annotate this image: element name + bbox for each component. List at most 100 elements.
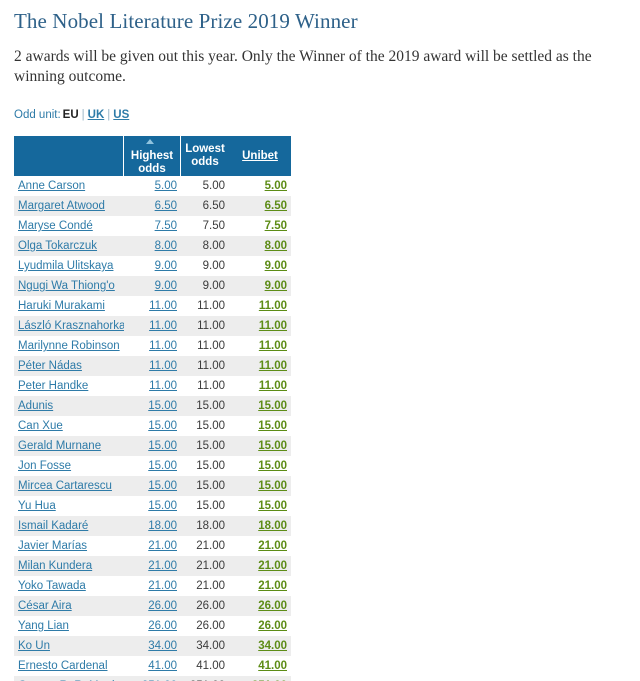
- unibet-odds-link[interactable]: 6.50: [265, 200, 287, 212]
- unibet-odds-link[interactable]: 41.00: [258, 660, 287, 672]
- highest-odds-link[interactable]: 5.00: [155, 180, 177, 192]
- cell-candidate-name: Ernesto Cardenal: [14, 656, 124, 676]
- candidate-link[interactable]: Ko Un: [18, 640, 50, 652]
- unibet-odds-link[interactable]: 9.00: [265, 260, 287, 272]
- unibet-odds-link[interactable]: 34.00: [258, 640, 287, 652]
- unibet-odds-link[interactable]: 21.00: [258, 560, 287, 572]
- cell-candidate-name: Olga Tokarczuk: [14, 236, 124, 256]
- cell-unibet-odds: 11.00: [229, 336, 291, 356]
- cell-unibet-odds: 34.00: [229, 636, 291, 656]
- candidate-link[interactable]: Margaret Atwood: [18, 200, 105, 212]
- highest-odds-link[interactable]: 9.00: [155, 260, 177, 272]
- highest-odds-link[interactable]: 8.00: [155, 240, 177, 252]
- candidate-link[interactable]: Ismail Kadaré: [18, 520, 88, 532]
- highest-odds-link[interactable]: 15.00: [148, 460, 177, 472]
- candidate-link[interactable]: Maryse Condé: [18, 220, 93, 232]
- highest-odds-link[interactable]: 21.00: [148, 560, 177, 572]
- highest-odds-link[interactable]: 15.00: [148, 480, 177, 492]
- unibet-odds-link[interactable]: 11.00: [259, 380, 287, 392]
- candidate-link[interactable]: Olga Tokarczuk: [18, 240, 97, 252]
- candidate-link[interactable]: Can Xue: [18, 420, 63, 432]
- column-header-lowest-odds[interactable]: Lowest odds: [181, 136, 229, 176]
- cell-unibet-odds: 15.00: [229, 396, 291, 416]
- highest-odds-link[interactable]: 9.00: [155, 280, 177, 292]
- bookmaker-link-unibet[interactable]: Unibet: [242, 150, 278, 162]
- highest-odds-link[interactable]: 15.00: [148, 440, 177, 452]
- candidate-link[interactable]: Péter Nádas: [18, 360, 82, 372]
- candidate-link[interactable]: Ernesto Cardenal: [18, 660, 108, 672]
- highest-odds-link[interactable]: 21.00: [148, 580, 177, 592]
- highest-odds-link[interactable]: 15.00: [148, 420, 177, 432]
- unibet-odds-link[interactable]: 11.00: [259, 300, 287, 312]
- column-header-name[interactable]: [14, 136, 124, 176]
- odd-unit-option-eu[interactable]: EU: [63, 109, 79, 121]
- candidate-link[interactable]: Anne Carson: [18, 180, 85, 192]
- candidate-link[interactable]: César Aira: [18, 600, 72, 612]
- intro-paragraph: 2 awards will be given out this year. On…: [14, 48, 592, 85]
- cell-lowest-odds: 18.00: [181, 516, 229, 536]
- unibet-odds-link[interactable]: 18.00: [258, 520, 287, 532]
- candidate-link[interactable]: Jon Fosse: [18, 460, 71, 472]
- odd-unit-option-uk[interactable]: UK: [88, 109, 105, 121]
- candidate-link[interactable]: Lyudmila Ulitskaya: [18, 260, 113, 272]
- candidate-link[interactable]: Haruki Murakami: [18, 300, 105, 312]
- candidate-link[interactable]: Gerald Murnane: [18, 440, 101, 452]
- highest-odds-link[interactable]: 11.00: [149, 380, 177, 392]
- highest-odds-link[interactable]: 26.00: [148, 620, 177, 632]
- unibet-odds-link[interactable]: 8.00: [265, 240, 287, 252]
- unibet-odds-link[interactable]: 11.00: [259, 320, 287, 332]
- candidate-link[interactable]: Yoko Tawada: [18, 580, 86, 592]
- highest-odds-link[interactable]: 15.00: [148, 500, 177, 512]
- unibet-odds-link[interactable]: 15.00: [258, 460, 287, 472]
- header-row: Highest odds Lowest odds Unibet: [14, 136, 291, 176]
- cell-lowest-odds: 9.00: [181, 276, 229, 296]
- highest-odds-link[interactable]: 34.00: [148, 640, 177, 652]
- highest-odds-link[interactable]: 41.00: [148, 660, 177, 672]
- unibet-odds-link[interactable]: 26.00: [258, 620, 287, 632]
- cell-candidate-name: Milan Kundera: [14, 556, 124, 576]
- column-header-bookmaker[interactable]: Unibet: [229, 136, 291, 176]
- unibet-odds-link[interactable]: 5.00: [265, 180, 287, 192]
- unibet-odds-link[interactable]: 9.00: [265, 280, 287, 292]
- unibet-odds-link[interactable]: 7.50: [265, 220, 287, 232]
- cell-unibet-odds: 26.00: [229, 596, 291, 616]
- unibet-odds-link[interactable]: 21.00: [258, 540, 287, 552]
- highest-odds-link[interactable]: 11.00: [149, 320, 177, 332]
- table-row: Adunis 15.00 15.00 15.00: [14, 396, 291, 416]
- highest-odds-link[interactable]: 11.00: [149, 360, 177, 372]
- unibet-odds-link[interactable]: 21.00: [258, 580, 287, 592]
- odd-unit-option-us[interactable]: US: [113, 109, 129, 121]
- highest-odds-link[interactable]: 18.00: [148, 520, 177, 532]
- candidate-link[interactable]: Javier Marías: [18, 540, 87, 552]
- unibet-odds-link[interactable]: 15.00: [258, 500, 287, 512]
- highest-odds-link[interactable]: 11.00: [149, 300, 177, 312]
- candidate-link[interactable]: Milan Kundera: [18, 560, 92, 572]
- unibet-odds-link[interactable]: 26.00: [258, 600, 287, 612]
- highest-odds-link[interactable]: 26.00: [148, 600, 177, 612]
- candidate-link[interactable]: Adunis: [18, 400, 53, 412]
- candidate-link[interactable]: Mircea Cartarescu: [18, 480, 112, 492]
- highest-odds-link[interactable]: 15.00: [148, 400, 177, 412]
- table-row: Péter Nádas 11.00 11.00 11.00: [14, 356, 291, 376]
- cell-unibet-odds: 26.00: [229, 616, 291, 636]
- unibet-odds-link[interactable]: 15.00: [258, 420, 287, 432]
- highest-odds-link[interactable]: 7.50: [155, 220, 177, 232]
- unibet-odds-link[interactable]: 11.00: [259, 340, 287, 352]
- column-header-highest-odds[interactable]: Highest odds: [124, 136, 181, 176]
- cell-unibet-odds: 18.00: [229, 516, 291, 536]
- candidate-link[interactable]: Ngugi Wa Thiong'o: [18, 280, 115, 292]
- unibet-odds-link[interactable]: 11.00: [259, 360, 287, 372]
- unibet-odds-link[interactable]: 15.00: [258, 400, 287, 412]
- highest-odds-link[interactable]: 11.00: [149, 340, 177, 352]
- unibet-odds-link[interactable]: 15.00: [258, 440, 287, 452]
- candidate-link[interactable]: Yu Hua: [18, 500, 56, 512]
- candidate-link[interactable]: Yang Lian: [18, 620, 69, 632]
- candidate-link[interactable]: Marilynne Robinson: [18, 340, 120, 352]
- highest-odds-link[interactable]: 21.00: [148, 540, 177, 552]
- cell-candidate-name: Yang Lian: [14, 616, 124, 636]
- unibet-odds-link[interactable]: 15.00: [258, 480, 287, 492]
- candidate-link[interactable]: Peter Handke: [18, 380, 88, 392]
- cell-unibet-odds: 5.00: [229, 176, 291, 196]
- highest-odds-link[interactable]: 6.50: [155, 200, 177, 212]
- candidate-link[interactable]: László Krasznahorkai: [18, 320, 124, 332]
